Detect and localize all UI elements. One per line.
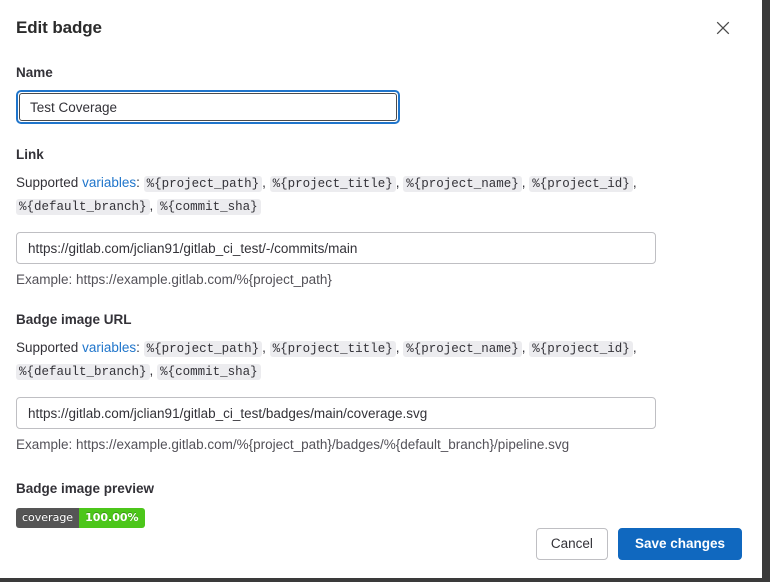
variable-chip-commit-sha: %{commit_sha} — [157, 199, 261, 215]
variable-sep: , — [395, 340, 400, 355]
badge-image-url-example-text: Example: https://example.gitlab.com/%{pr… — [16, 437, 570, 452]
variable-chip-project-path: %{project_path} — [143, 341, 263, 357]
variable-chip-project-title: %{project_title} — [269, 176, 396, 192]
link-input-row — [16, 232, 746, 264]
link-field-group: Link Supported variables: %{project_path… — [16, 146, 746, 289]
variable-chip-project-title: %{project_title} — [269, 341, 396, 357]
variable-chip-project-name: %{project_name} — [403, 176, 522, 192]
variable-sep: , — [149, 198, 154, 213]
variable-chip-project-name: %{project_name} — [403, 341, 522, 357]
badge-image-url-input-row — [16, 397, 746, 429]
name-input-focus-ring — [16, 90, 400, 124]
save-changes-button[interactable]: Save changes — [617, 528, 742, 560]
edit-badge-modal: Edit badge Name Link Supported variables… — [0, 0, 762, 578]
badge-image-preview: coverage 100.00% — [16, 508, 145, 528]
modal-body: Name Link Supported variables: %{project… — [0, 64, 762, 528]
variable-sep: , — [521, 175, 526, 190]
page-title: Edit badge — [16, 18, 102, 37]
badge-variables-link[interactable]: variables — [82, 340, 136, 355]
name-field-group: Name — [16, 64, 746, 124]
badge-image-url-input[interactable] — [16, 397, 656, 429]
close-icon[interactable] — [716, 17, 738, 39]
close-icon-glyph — [716, 21, 730, 35]
badge-supported-colon: : — [136, 340, 144, 355]
badge-image-url-label: Badge image URL — [16, 312, 132, 327]
badge-image-url-field-group: Badge image URL Supported variables: %{p… — [16, 311, 746, 454]
name-input[interactable] — [19, 93, 397, 121]
variable-chip-project-path: %{project_path} — [143, 176, 263, 192]
variable-chip-commit-sha: %{commit_sha} — [157, 364, 261, 380]
cancel-button[interactable]: Cancel — [535, 528, 608, 560]
variable-sep: , — [395, 175, 400, 190]
variable-chip-default-branch: %{default_branch} — [16, 199, 150, 215]
window-bottom-edge — [0, 578, 770, 582]
variable-sep: , — [521, 340, 526, 355]
link-example-text: Example: https://example.gitlab.com/%{pr… — [16, 272, 332, 287]
badge-preview-group: Badge image preview coverage 100.00% — [16, 480, 746, 528]
variable-sep: , — [262, 340, 266, 355]
badge-preview-label: Badge image preview — [16, 481, 155, 496]
link-supported-colon: : — [136, 175, 144, 190]
modal-footer: Cancel Save changes — [535, 528, 742, 560]
badge-right-text: 100.00% — [79, 508, 145, 528]
link-input[interactable] — [16, 232, 656, 264]
variable-chip-project-id: %{project_id} — [529, 176, 633, 192]
badge-supported-prefix: Supported — [16, 340, 83, 355]
variable-sep: , — [632, 175, 637, 190]
variable-chip-project-id: %{project_id} — [529, 341, 633, 357]
link-supported-variables: Supported variables: %{project_path}, %{… — [16, 172, 680, 218]
window-scrollbar-gutter[interactable] — [762, 0, 770, 582]
badge-image-url-supported-variables: Supported variables: %{project_path}, %{… — [16, 337, 680, 383]
link-supported-prefix: Supported — [16, 175, 83, 190]
modal-header: Edit badge — [0, 0, 762, 40]
variable-sep: , — [149, 363, 154, 378]
name-label: Name — [16, 65, 53, 80]
variable-sep: , — [632, 340, 637, 355]
variable-chip-default-branch: %{default_branch} — [16, 364, 150, 380]
badge-left-text: coverage — [16, 508, 80, 528]
link-label: Link — [16, 147, 44, 162]
link-variables-link[interactable]: variables — [82, 175, 136, 190]
variable-sep: , — [262, 175, 266, 190]
